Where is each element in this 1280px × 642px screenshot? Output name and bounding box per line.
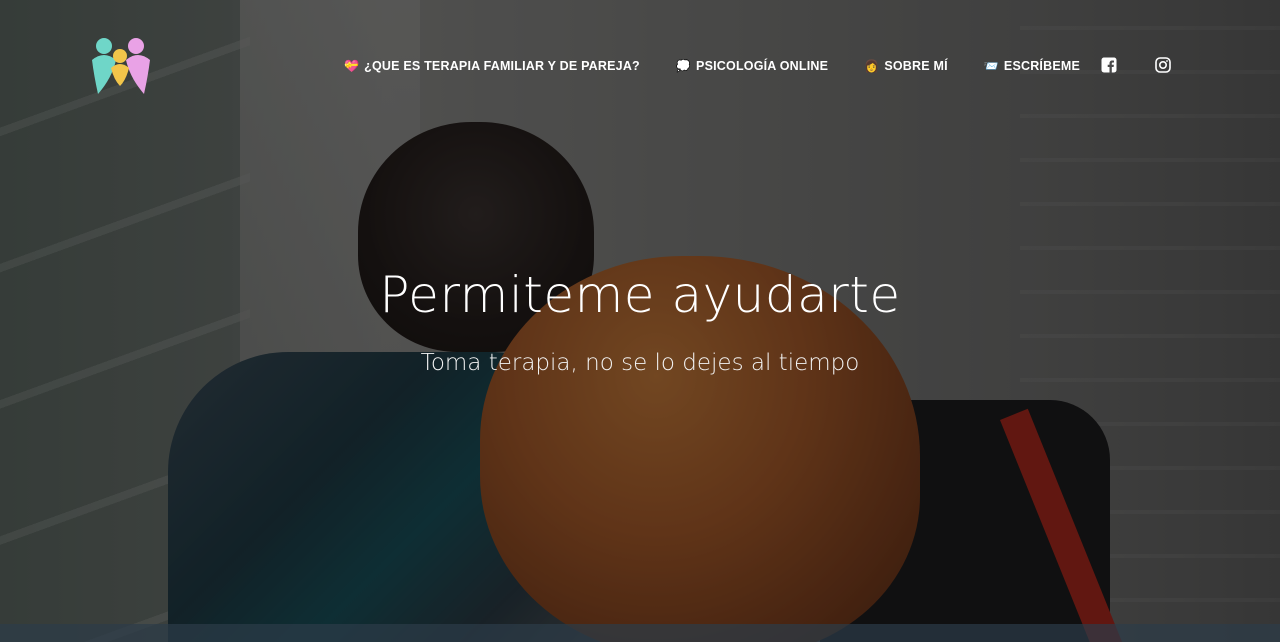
woman-icon: 👩 [864,59,880,73]
nav-item-label: PSICOLOGÍA ONLINE [696,59,829,73]
hero-subtitle: Toma terapia, no se lo dejes al tiempo [420,350,860,376]
logo-figure-pink [126,38,150,94]
nav-item-terapia[interactable]: 💝 ¿QUE ES TERAPIA FAMILIAR Y DE PAREJA? [344,59,640,73]
nav-item-label: ESCRÍBEME [1003,59,1081,73]
logo-figure-teal [92,38,116,94]
instagram-icon[interactable] [1152,54,1174,76]
nav-item-label: ¿QUE ES TERAPIA FAMILIAR Y DE PAREJA? [364,59,640,73]
bottom-strip [0,624,1280,642]
nav-item-label: SOBRE MÍ [884,59,948,73]
main-navigation: 💝 ¿QUE ES TERAPIA FAMILIAR Y DE PAREJA? … [344,56,1116,76]
hero-title: Permiteme ayudarte [379,266,901,324]
hero-section: 💝 ¿QUE ES TERAPIA FAMILIAR Y DE PAREJA? … [0,0,1280,642]
logo-figure-yellow [111,49,129,86]
site-logo[interactable] [90,36,152,96]
facebook-icon[interactable] [1098,54,1120,76]
nav-item-sobre-mi[interactable]: 👩 SOBRE MÍ [864,59,948,73]
thought-bubble-icon: 💭 [675,59,692,73]
hearts-icon: 💝 [344,59,360,73]
envelope-icon: 📨 [983,59,999,73]
nav-item-escribeme[interactable]: 📨 ESCRÍBEME [984,59,1080,73]
nav-item-psicologia-online[interactable]: 💭 PSICOLOGÍA ONLINE [676,59,828,73]
